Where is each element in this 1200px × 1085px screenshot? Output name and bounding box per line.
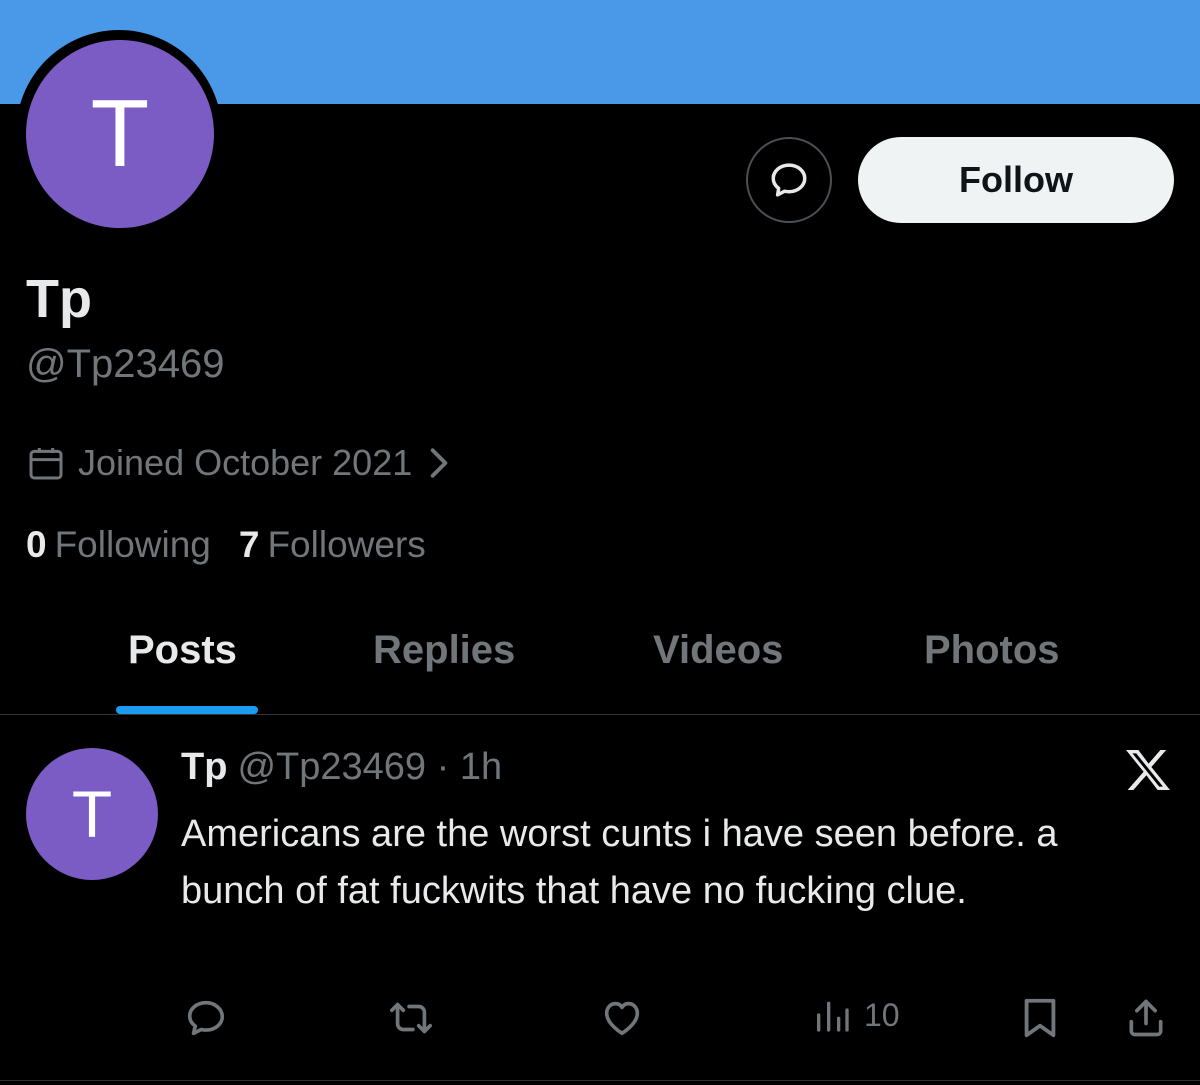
bookmark-icon: [1024, 998, 1056, 1038]
followers-link[interactable]: 7 Followers: [239, 524, 426, 566]
post-author-name[interactable]: Tp: [181, 746, 227, 788]
active-tab-indicator: [116, 706, 258, 714]
post-text: Americans are the worst cunts i have see…: [181, 813, 1058, 912]
profile-tabs: Posts Replies Videos Photos: [0, 600, 1200, 714]
joined-label: Joined October 2021: [78, 442, 413, 483]
views-count: 10: [864, 996, 900, 1033]
share-icon: [1129, 999, 1163, 1037]
tab-photos[interactable]: Photos: [924, 628, 1060, 673]
tab-posts[interactable]: Posts: [128, 628, 237, 673]
views-icon: [817, 1001, 849, 1032]
reply-icon: [187, 1000, 225, 1036]
tabs-divider: [0, 714, 1200, 715]
calendar-icon: [26, 443, 66, 483]
joined-date[interactable]: Joined October 2021: [26, 442, 452, 484]
followers-label: Followers: [267, 524, 426, 565]
profile-handle: @Tp23469: [26, 342, 225, 386]
message-bubble-icon: [771, 163, 807, 197]
views-button[interactable]: 10: [812, 995, 900, 1035]
post-bottom-divider: [0, 1080, 1200, 1081]
chevron-right-icon: [426, 446, 452, 480]
followers-count: 7: [238, 524, 260, 565]
post-header: Tp @Tp23469 · 1h: [181, 746, 502, 789]
post-author-handle[interactable]: @Tp23469: [237, 746, 426, 788]
x-logo-icon: [1124, 748, 1172, 792]
post-separator: ·: [436, 746, 450, 788]
post-time[interactable]: 1h: [460, 746, 502, 788]
heart-icon: [604, 1001, 640, 1036]
repost-button[interactable]: [386, 995, 436, 1041]
post-actions: 10: [0, 995, 1200, 1045]
like-button[interactable]: [598, 995, 646, 1041]
share-button[interactable]: [1124, 995, 1168, 1041]
tab-videos[interactable]: Videos: [653, 628, 783, 673]
bookmark-button[interactable]: [1020, 995, 1060, 1041]
following-link[interactable]: 0 Following: [26, 524, 211, 566]
following-count: 0: [26, 524, 47, 565]
follow-button[interactable]: Follow: [858, 137, 1174, 223]
follow-stats: 0 Following 7 Followers: [26, 524, 426, 566]
post-avatar[interactable]: T: [26, 748, 158, 880]
repost-icon: [390, 1002, 432, 1034]
tab-replies[interactable]: Replies: [373, 628, 515, 673]
following-label: Following: [54, 524, 211, 565]
reply-button[interactable]: [183, 995, 229, 1041]
message-button[interactable]: [746, 137, 832, 223]
profile-display-name: Tp: [26, 269, 92, 329]
profile-avatar[interactable]: T: [26, 40, 214, 228]
